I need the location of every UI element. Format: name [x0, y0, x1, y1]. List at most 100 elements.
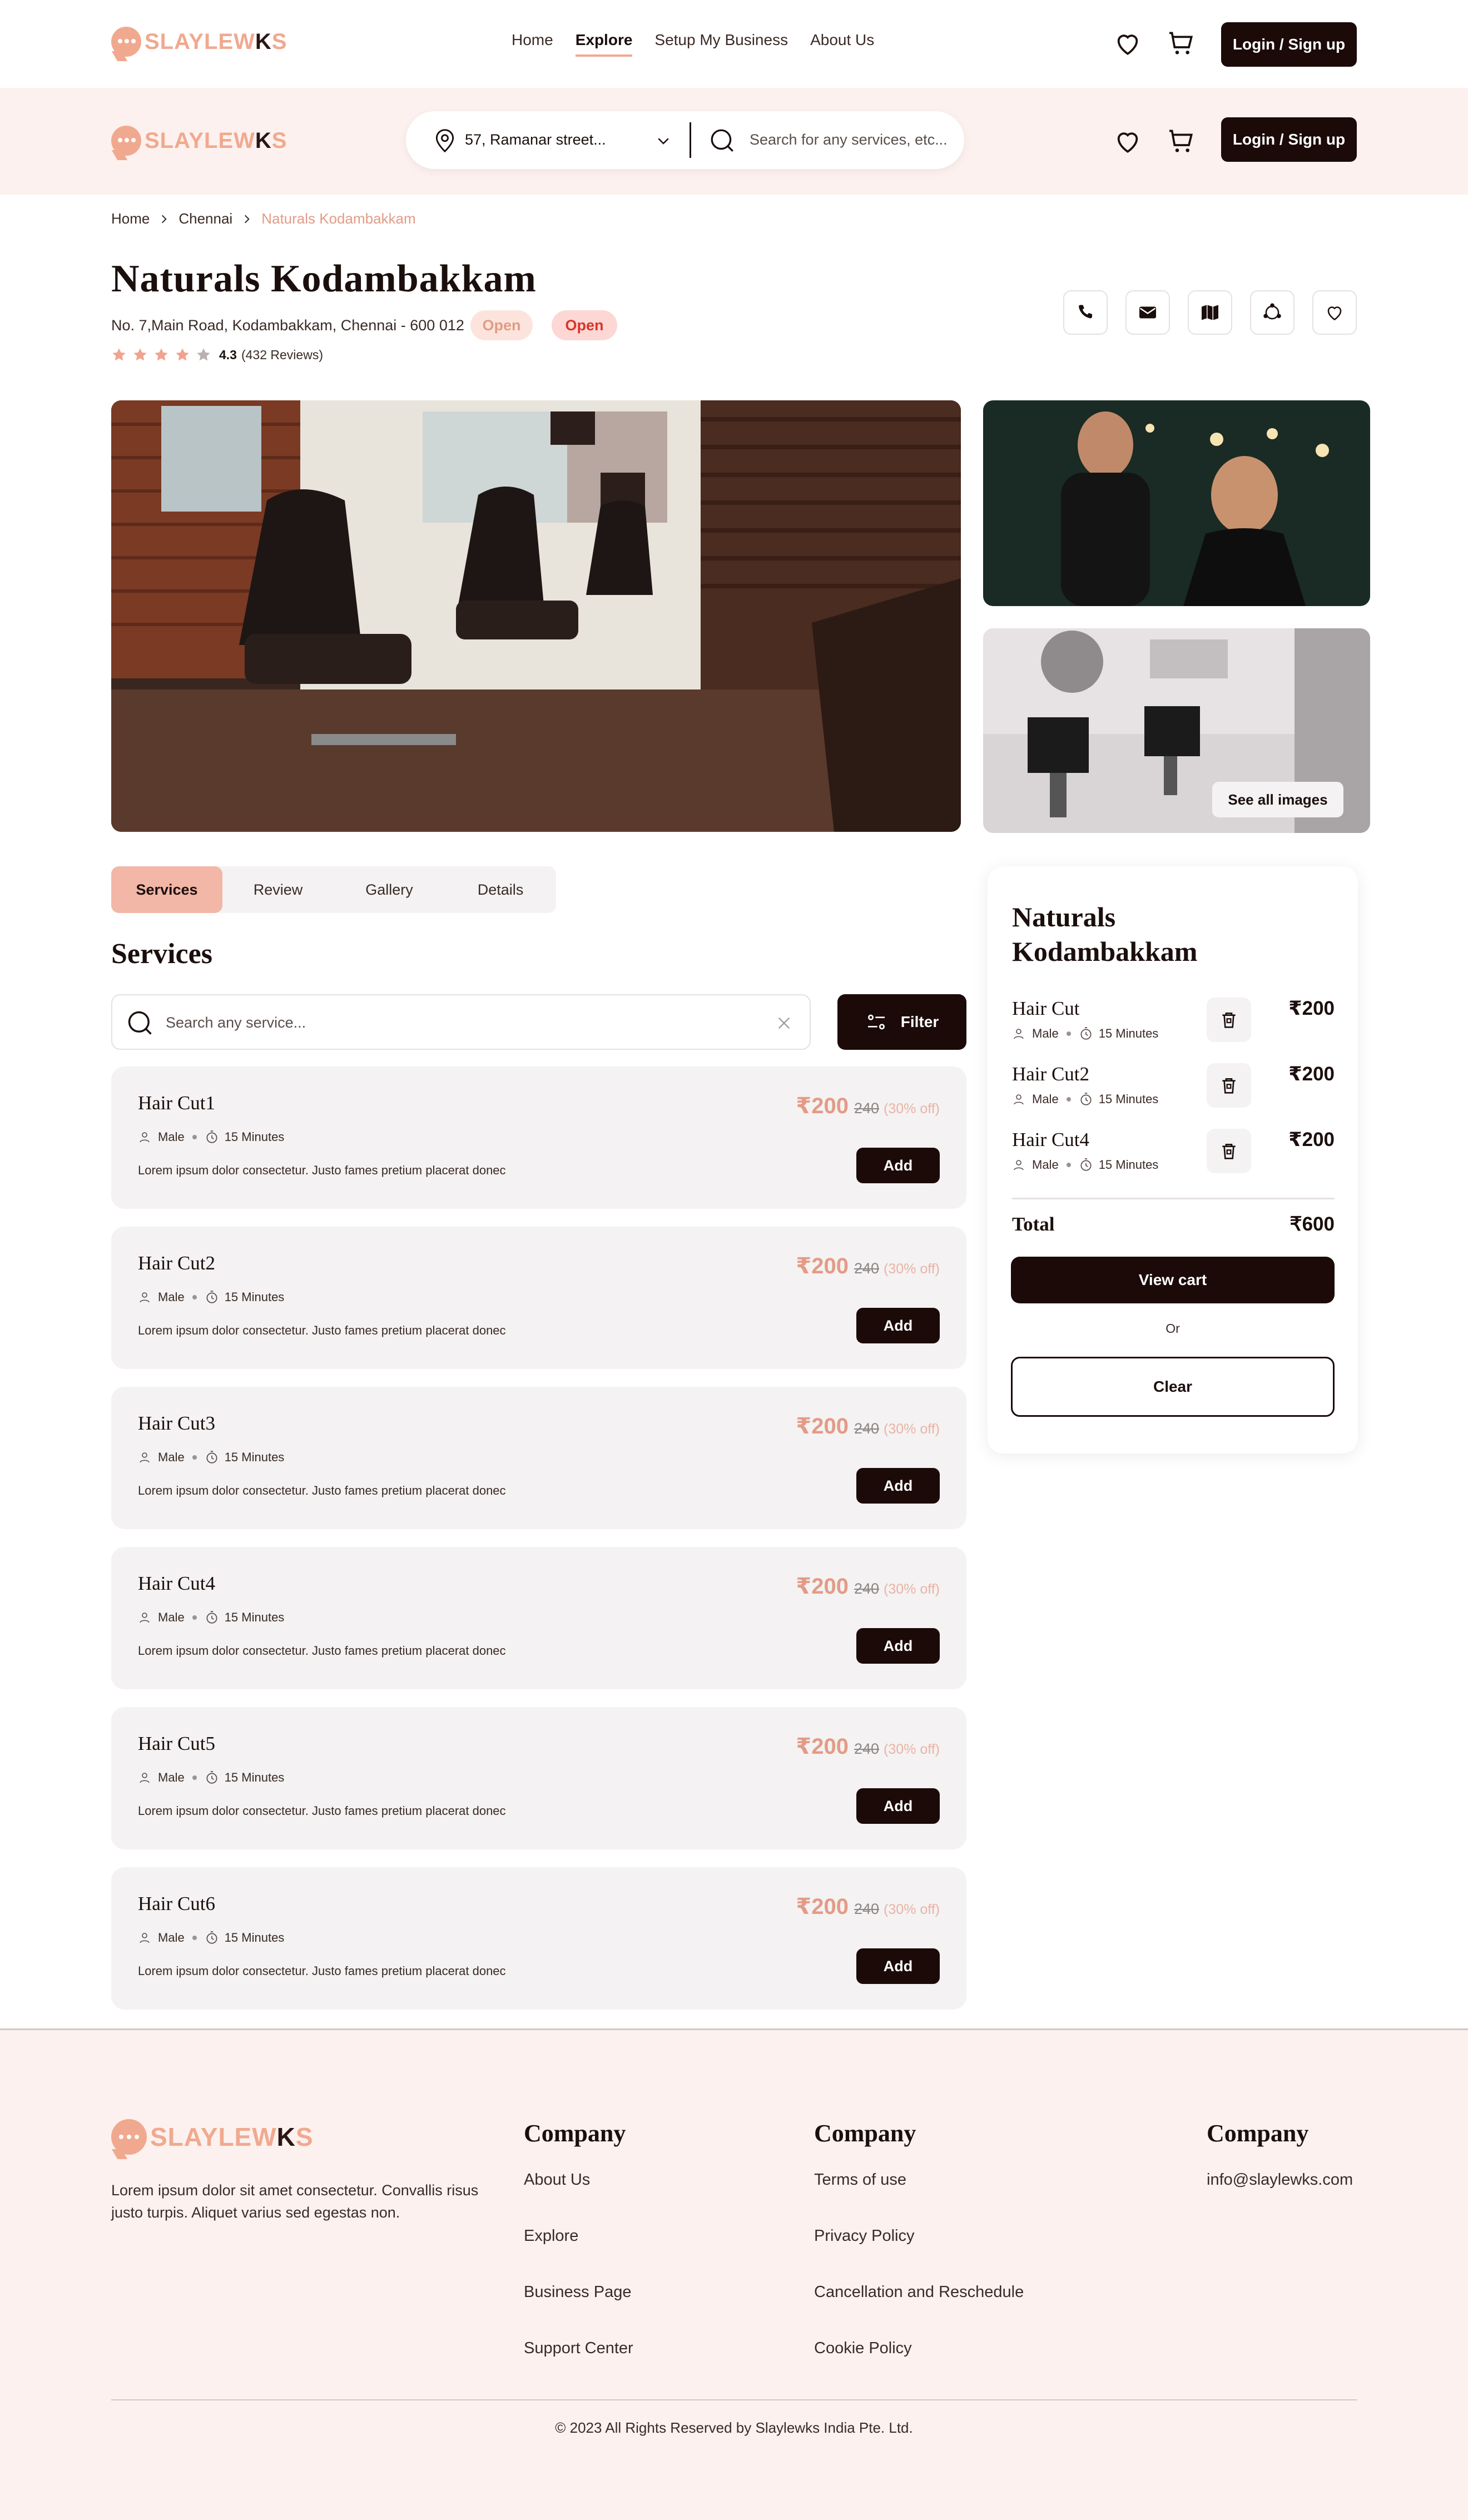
- service-card: Hair Cut3 Male 15 Minutes Lorem ipsum dolor…: [111, 1387, 966, 1529]
- price-current: ₹200: [796, 1894, 849, 1919]
- see-all-images-button[interactable]: See all images: [1212, 782, 1343, 817]
- footer-link-privacy[interactable]: Privacy Policy: [814, 2227, 1024, 2245]
- nav-setup-business[interactable]: Setup My Business: [654, 31, 788, 57]
- footer-link-cookie[interactable]: Cookie Policy: [814, 2339, 1024, 2358]
- cart-panel: Naturals Kodambakkam Hair Cut Male 15 Minu…: [988, 866, 1358, 1454]
- service-name: Hair Cut5: [138, 1733, 216, 1754]
- salon-address: No. 7,Main Road, Kodambakkam, Chennai - …: [111, 317, 464, 334]
- chat-bubble-icon: [111, 126, 141, 156]
- price-old: 240: [854, 1420, 880, 1437]
- tab-gallery[interactable]: Gallery: [334, 866, 445, 913]
- nav-about-us[interactable]: About Us: [810, 31, 874, 57]
- main-salon-image[interactable]: [111, 400, 961, 832]
- cart-item-meta: Male 15 Minutes: [1012, 1158, 1158, 1172]
- service-duration: 15 Minutes: [224, 1770, 285, 1784]
- gallery-image-interior[interactable]: See all images: [983, 628, 1370, 833]
- call-button[interactable]: [1063, 290, 1108, 335]
- footer-link-about[interactable]: About Us: [524, 2171, 633, 2189]
- total-value: ₹600: [1290, 1213, 1335, 1235]
- add-service-button[interactable]: Add: [856, 1628, 940, 1664]
- cart-item-name: Hair Cut4: [1012, 1129, 1090, 1150]
- gallery-image-barber[interactable]: [983, 400, 1370, 606]
- login-signup-button[interactable]: Login / Sign up: [1221, 22, 1357, 67]
- clock-icon: [205, 1770, 225, 1785]
- cart-item-meta: Male 15 Minutes: [1012, 1026, 1158, 1041]
- heart-icon[interactable]: [1112, 126, 1143, 157]
- location-select[interactable]: 57, Ramanar street...: [465, 131, 606, 148]
- service-gender: Male: [158, 1931, 185, 1944]
- service-search-input[interactable]: Search any service...: [166, 1014, 306, 1031]
- star-icon: [133, 348, 147, 361]
- tab-services[interactable]: Services: [111, 866, 222, 913]
- service-price: ₹200 240 (30% off): [796, 1093, 940, 1119]
- clock-icon: [205, 1450, 225, 1465]
- filter-button[interactable]: Filter: [837, 994, 966, 1050]
- logo-text-end: S: [271, 128, 287, 153]
- cart-icon[interactable]: [1166, 126, 1197, 157]
- login-signup-button[interactable]: Login / Sign up: [1221, 117, 1357, 162]
- share-icon: [1263, 303, 1281, 320]
- cart-item-duration: 15 Minutes: [1098, 1158, 1159, 1172]
- service-description: Lorem ipsum dolor consectetur. Justo fam…: [138, 1804, 506, 1818]
- service-description: Lorem ipsum dolor consectetur. Justo fam…: [138, 1644, 506, 1658]
- brand-logo-secondary[interactable]: SLAYLEWKS: [111, 126, 287, 156]
- add-service-button[interactable]: Add: [856, 1468, 940, 1504]
- add-service-button[interactable]: Add: [856, 1148, 940, 1183]
- footer-logo[interactable]: SLAYLEWKS: [111, 2119, 314, 2155]
- cart-icon[interactable]: [1166, 28, 1197, 59]
- cart-item-price: ₹200: [1288, 998, 1335, 1019]
- tab-details[interactable]: Details: [445, 866, 556, 913]
- heart-icon[interactable]: [1112, 28, 1143, 59]
- trash-icon[interactable]: [1207, 1129, 1251, 1173]
- footer-email-link[interactable]: info@slaylewks.com: [1207, 2171, 1353, 2189]
- nav-explore[interactable]: Explore: [575, 31, 633, 57]
- search-icon: [708, 127, 736, 155]
- trash-icon[interactable]: [1207, 998, 1251, 1042]
- footer-link-business[interactable]: Business Page: [524, 2283, 633, 2301]
- user-icon: [1012, 1158, 1032, 1172]
- nav-home[interactable]: Home: [512, 31, 553, 57]
- service-price: ₹200 240 (30% off): [796, 1734, 940, 1759]
- footer-col-3: Company info@slaylewks.com: [1207, 2119, 1353, 2227]
- service-meta: Male 15 Minutes: [138, 1290, 284, 1304]
- search-input[interactable]: Search for any services, etc...: [750, 131, 948, 148]
- price-old: 240: [854, 1740, 880, 1757]
- breadcrumb-city[interactable]: Chennai: [178, 210, 232, 227]
- footer-link-support[interactable]: Support Center: [524, 2339, 633, 2358]
- breadcrumb: Home Chennai Naturals Kodambakkam: [111, 210, 416, 227]
- share-button[interactable]: [1250, 290, 1295, 335]
- close-icon[interactable]: [775, 1014, 793, 1032]
- favorite-button[interactable]: [1312, 290, 1357, 335]
- breadcrumb-home[interactable]: Home: [111, 210, 150, 227]
- rating-value: 4.3: [219, 347, 237, 362]
- service-meta: Male 15 Minutes: [138, 1770, 284, 1785]
- phone-icon: [1079, 305, 1092, 319]
- price-old: 240: [854, 1100, 880, 1117]
- clear-cart-button[interactable]: Clear: [1011, 1357, 1335, 1417]
- add-service-button[interactable]: Add: [856, 1788, 940, 1824]
- brand-logo[interactable]: SLAYLEWKS: [111, 27, 287, 57]
- user-icon: [138, 1291, 158, 1304]
- view-cart-button[interactable]: View cart: [1011, 1257, 1335, 1303]
- chat-bubble-icon: [111, 2119, 147, 2155]
- chevron-down-icon[interactable]: [655, 132, 672, 149]
- service-duration: 15 Minutes: [224, 1130, 285, 1144]
- footer-link-explore[interactable]: Explore: [524, 2227, 633, 2245]
- review-count[interactable]: (432 Reviews): [241, 348, 323, 363]
- footer-link-terms[interactable]: Terms of use: [814, 2171, 1024, 2189]
- search-bar: 57, Ramanar street... Search for any ser…: [406, 111, 964, 169]
- trash-icon[interactable]: [1207, 1063, 1251, 1108]
- map-icon: [1202, 305, 1218, 320]
- footer-link-cancellation[interactable]: Cancellation and Reschedule: [814, 2283, 1024, 2301]
- service-price: ₹200 240 (30% off): [796, 1574, 940, 1599]
- cart-item-name: Hair Cut2: [1012, 1063, 1090, 1085]
- add-service-button[interactable]: Add: [856, 1308, 940, 1343]
- email-button[interactable]: [1125, 290, 1170, 335]
- tab-review[interactable]: Review: [222, 866, 334, 913]
- add-service-button[interactable]: Add: [856, 1948, 940, 1984]
- service-duration: 15 Minutes: [224, 1290, 285, 1304]
- map-button[interactable]: [1188, 290, 1232, 335]
- cart-item-gender: Male: [1032, 1158, 1059, 1172]
- price-old: 240: [854, 1260, 880, 1277]
- service-duration: 15 Minutes: [224, 1450, 285, 1464]
